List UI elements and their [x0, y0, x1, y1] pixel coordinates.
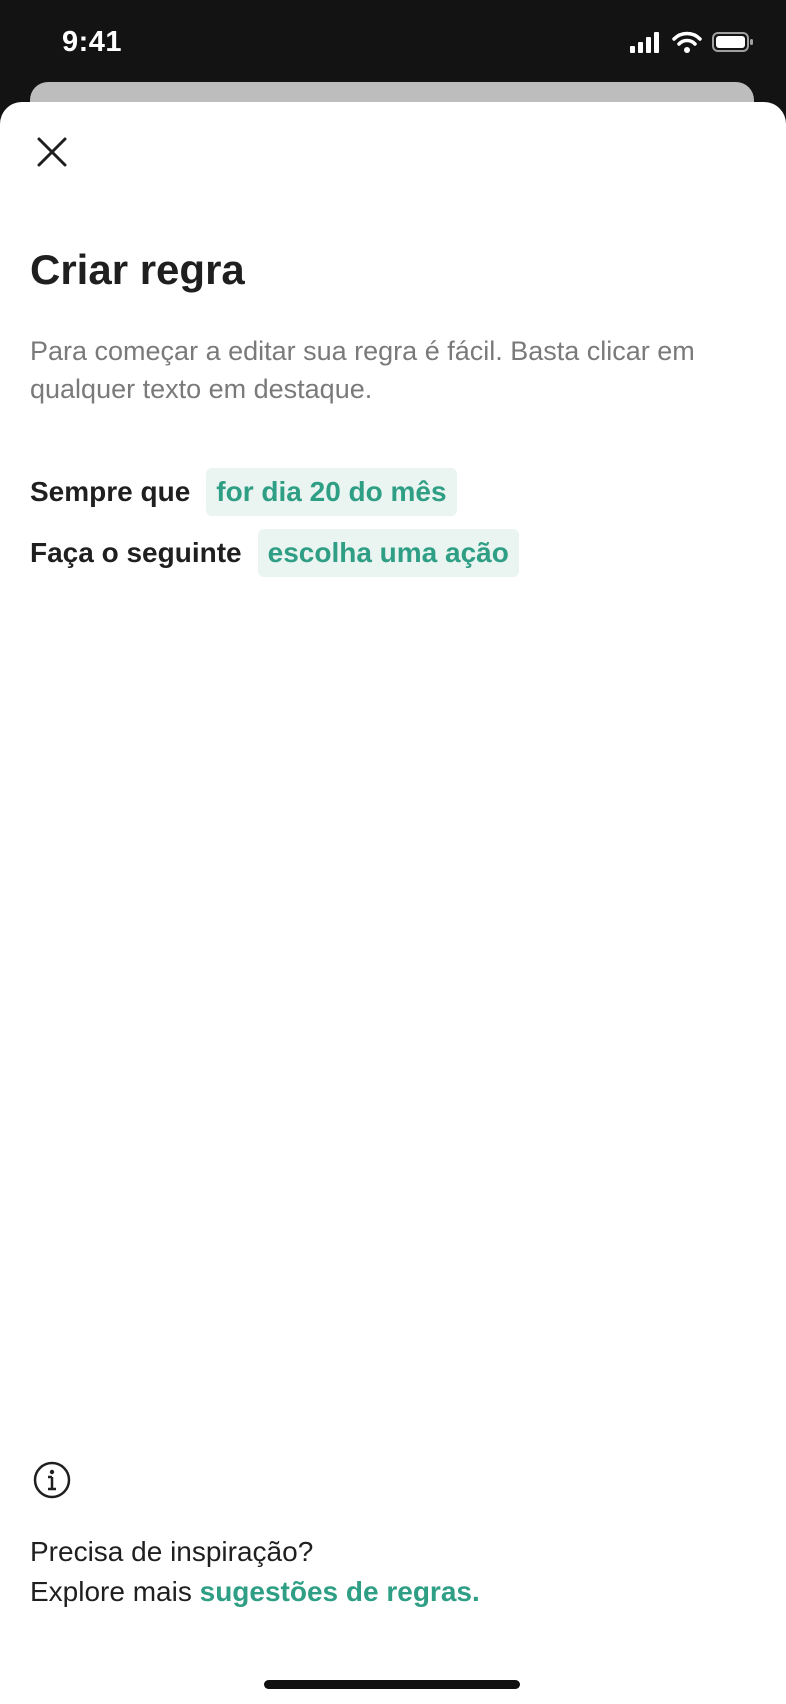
status-time: 9:41: [62, 26, 123, 58]
status-bar: 9:41: [0, 0, 786, 90]
close-button[interactable]: [28, 130, 76, 178]
info-icon: [32, 1460, 72, 1500]
rule-action-row: Faça o seguinte escolha uma ação: [30, 529, 519, 577]
rule-trigger-row: Sempre que for dia 20 do mês: [30, 468, 457, 516]
explore-prefix: Explore mais: [30, 1576, 200, 1607]
rule-suggestions-link[interactable]: sugestões de regras.: [200, 1576, 480, 1607]
rule-action-chip[interactable]: escolha uma ação: [257, 529, 519, 577]
close-icon: [35, 135, 69, 174]
rule-action-label: Faça o seguinte: [30, 537, 242, 568]
description-text: Para começar a editar sua regra é fácil.…: [30, 336, 695, 404]
page-title: Criar regra: [30, 246, 245, 293]
inspiration-question: Precisa de inspiração?: [30, 1536, 314, 1567]
create-rule-sheet: Criar regra Para começar a editar sua re…: [0, 102, 786, 1704]
rule-trigger-label: Sempre que: [30, 476, 191, 507]
explore-line: Explore mais sugestões de regras.: [30, 1572, 480, 1612]
wifi-icon: [672, 31, 702, 58]
battery-icon: [712, 31, 754, 58]
rule-trigger-chip[interactable]: for dia 20 do mês: [206, 468, 457, 516]
home-indicator: [264, 1680, 520, 1689]
signal-icon: [630, 31, 662, 58]
status-icons: [630, 30, 754, 58]
inspiration-footer: Precisa de inspiração? Explore mais suge…: [30, 1532, 480, 1612]
